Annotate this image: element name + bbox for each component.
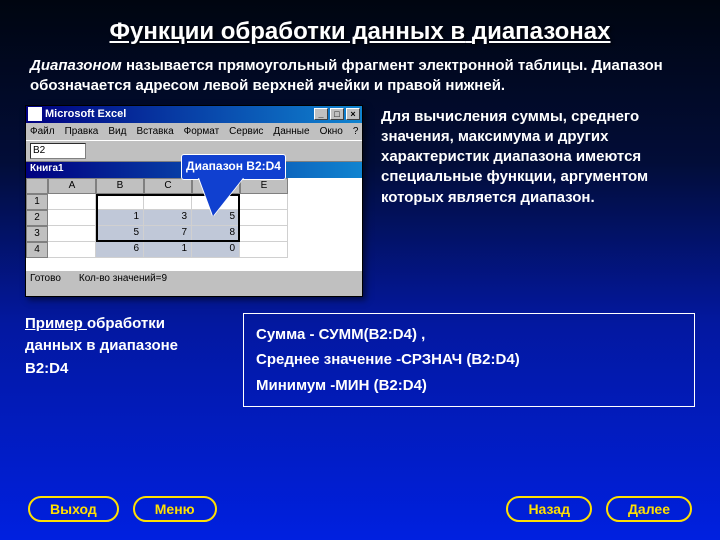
callout-arrow-icon	[199, 178, 243, 216]
page-title: Функции обработки данных в диапазонах	[0, 0, 720, 56]
formula-avg: Среднее значение -СРЗНАЧ (B2:D4)	[256, 347, 682, 373]
excel-window: Microsoft Excel _ □ × Файл Правка Вид Вс…	[25, 105, 363, 297]
menu-item[interactable]: Вставка	[136, 126, 173, 137]
cell[interactable]: 1	[144, 242, 192, 258]
row-header[interactable]: 3	[26, 226, 48, 242]
row-header[interactable]: 4	[26, 242, 48, 258]
cell[interactable]	[240, 194, 288, 210]
app-title: Microsoft Excel	[45, 108, 312, 120]
menu-item[interactable]: ?	[353, 126, 359, 137]
menu-item[interactable]: Сервис	[229, 126, 263, 137]
cell[interactable]	[240, 210, 288, 226]
col-header[interactable]: C	[144, 178, 192, 194]
intro-rest: называется прямоугольный фрагмент электр…	[30, 57, 663, 94]
titlebar: Microsoft Excel _ □ ×	[26, 106, 362, 123]
cell[interactable]	[240, 242, 288, 258]
exit-button[interactable]: Выход	[28, 496, 119, 522]
cell[interactable]	[48, 210, 96, 226]
select-all-corner[interactable]	[26, 178, 48, 194]
status-ready: Готово	[30, 273, 61, 284]
formulas-box: Сумма - СУММ(B2:D4) , Среднее значение -…	[243, 313, 695, 408]
back-button[interactable]: Назад	[506, 496, 592, 522]
callout-label: Диапазон B2:D4	[181, 154, 286, 180]
name-box[interactable]: B2	[30, 143, 86, 159]
app-icon	[28, 107, 42, 121]
cell[interactable]	[48, 242, 96, 258]
cell[interactable]	[48, 226, 96, 242]
status-count: Кол-во значений=9	[79, 273, 167, 284]
next-button[interactable]: Далее	[606, 496, 692, 522]
statusbar: Готово Кол-во значений=9	[26, 270, 362, 286]
col-header[interactable]: B	[96, 178, 144, 194]
col-header[interactable]: A	[48, 178, 96, 194]
example-label: Пример обработки данных в диапазоне B2:D…	[25, 313, 225, 408]
example-underline: Пример	[25, 315, 87, 332]
menu-item[interactable]: Правка	[65, 126, 99, 137]
intro-term: Диапазоном	[30, 57, 122, 74]
menu-item[interactable]: Формат	[184, 126, 220, 137]
cell[interactable]: 6	[96, 242, 144, 258]
nav-bar: Выход Меню Назад Далее	[0, 496, 720, 522]
menu-item[interactable]: Вид	[108, 126, 126, 137]
formula-min: Минимум -МИН (B2:D4)	[256, 373, 682, 399]
menu-button[interactable]: Меню	[133, 496, 217, 522]
cell[interactable]	[48, 194, 96, 210]
min-button[interactable]: _	[314, 108, 328, 120]
row-header[interactable]: 1	[26, 194, 48, 210]
row-header[interactable]: 2	[26, 210, 48, 226]
intro-text: Диапазоном называется прямоугольный фраг…	[0, 56, 720, 105]
menu-item[interactable]: Данные	[273, 126, 309, 137]
range-callout: Диапазон B2:D4	[181, 154, 286, 180]
title-part2: диапазонах	[472, 18, 611, 45]
title-part1: Функции обработки данных в	[109, 18, 465, 45]
menubar: Файл Правка Вид Вставка Формат Сервис Да…	[26, 123, 362, 140]
menu-item[interactable]: Файл	[30, 126, 55, 137]
col-header[interactable]: E	[240, 178, 288, 194]
description-text: Для вычисления суммы, среднего значения,…	[381, 105, 695, 297]
menu-item[interactable]: Окно	[320, 126, 343, 137]
cell[interactable]	[240, 226, 288, 242]
formula-sum: Сумма - СУММ(B2:D4) ,	[256, 322, 682, 348]
max-button[interactable]: □	[330, 108, 344, 120]
cell[interactable]: 0	[192, 242, 240, 258]
spreadsheet-grid[interactable]: A B C D E 1 2 1 3 5	[26, 178, 362, 270]
close-button[interactable]: ×	[346, 108, 360, 120]
